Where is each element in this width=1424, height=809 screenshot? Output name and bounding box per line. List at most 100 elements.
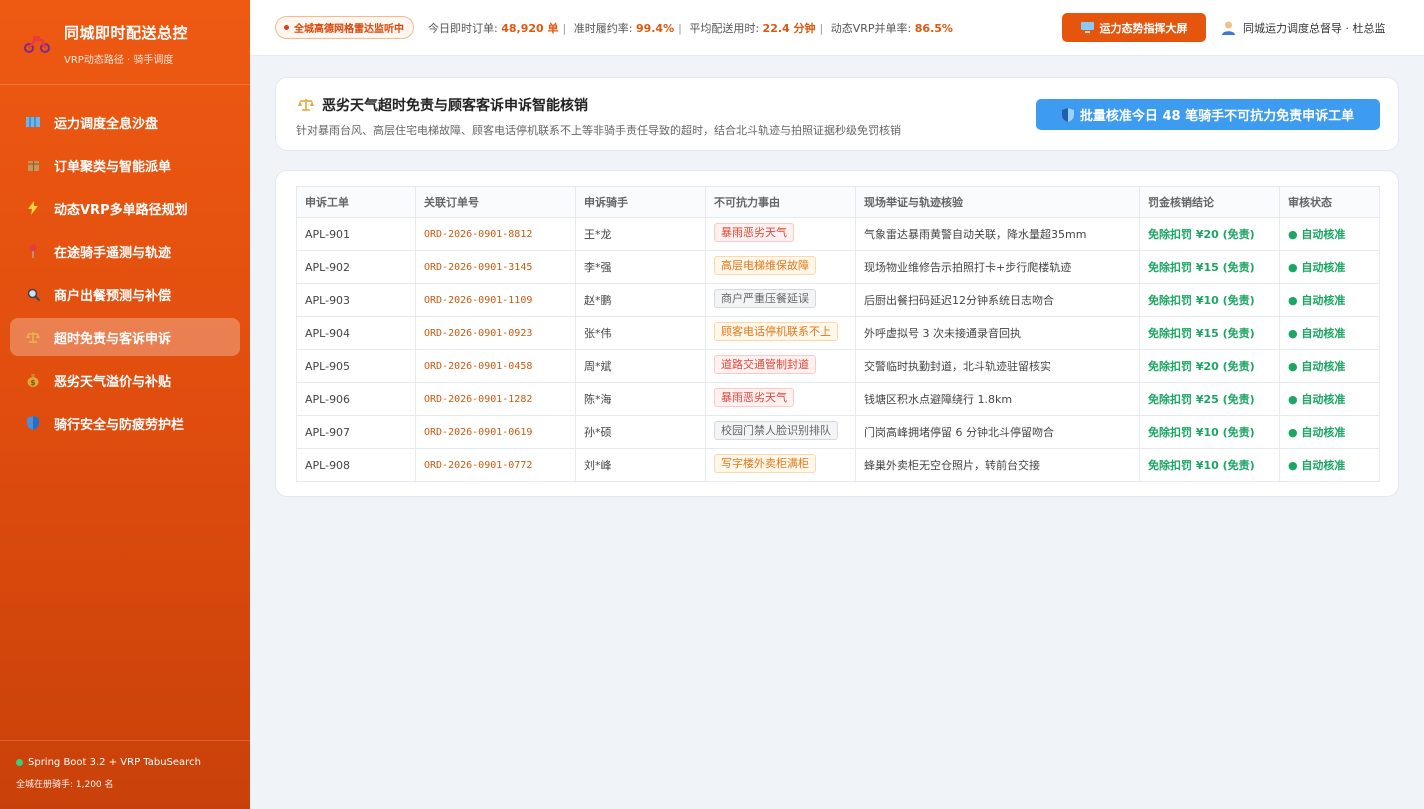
- reason-tag: 高层电梯维保故障: [714, 256, 816, 275]
- sidebar-item-label: 在途骑手遥测与轨迹: [54, 245, 172, 261]
- evidence: 现场物业维修告示拍照打卡+步行爬楼轨迹: [855, 250, 1140, 284]
- table-row[interactable]: APL-904 ORD-2026-0901-0923 张*伟 顾客电话停机联系不…: [296, 316, 1380, 350]
- kpi-value-avgtime: 22.4 分钟: [762, 21, 816, 35]
- column-header: 罚金核销结论: [1139, 186, 1280, 218]
- status-badge: ● 自动核准: [1279, 283, 1380, 317]
- sidebar-item-merchant[interactable]: 商户出餐预测与补偿: [10, 275, 240, 313]
- svg-text:$: $: [31, 379, 36, 387]
- rider-name: 刘*峰: [575, 448, 706, 482]
- fine-conclusion: 免除扣罚 ¥15 (免责): [1139, 250, 1280, 284]
- appeal-id: APL-908: [296, 448, 416, 482]
- evidence: 气象雷达暴雨黄警自动关联，降水量超35mm: [855, 217, 1140, 251]
- table-row[interactable]: APL-901 ORD-2026-0901-8812 王*龙 暴雨恶劣天气 气象…: [296, 217, 1380, 251]
- status-badge: ● 自动核准: [1279, 382, 1380, 416]
- radar-dot-icon: [284, 25, 289, 30]
- table-header-row: 申诉工单 关联订单号 申诉骑手 不可抗力事由 现场举证与轨迹核验 罚金核销结论 …: [296, 186, 1380, 218]
- sidebar-item-label: 商户出餐预测与补偿: [54, 288, 172, 304]
- sidebar-item-dispatch[interactable]: 订单聚类与智能派单: [10, 146, 240, 184]
- order-number[interactable]: ORD-2026-0901-8812: [415, 217, 576, 251]
- reason-cell: 高层电梯维保故障: [705, 250, 856, 284]
- magnifier-icon: [26, 287, 40, 301]
- rider-count: 全城在册骑手: 1,200 名: [16, 780, 114, 790]
- order-number[interactable]: ORD-2026-0901-1282: [415, 382, 576, 416]
- table-row[interactable]: APL-902 ORD-2026-0901-3145 李*强 高层电梯维保故障 …: [296, 250, 1380, 284]
- sidebar-item-sandbox[interactable]: 运力调度全息沙盘: [10, 103, 240, 141]
- status-badge: ● 自动核准: [1279, 448, 1380, 482]
- evidence: 外呼虚拟号 3 次未接通录音回执: [855, 316, 1140, 350]
- order-number[interactable]: ORD-2026-0901-0619: [415, 415, 576, 449]
- kpi-value-orders: 48,920 单: [501, 21, 559, 35]
- fine-conclusion: 免除扣罚 ¥20 (免责): [1139, 217, 1280, 251]
- status-badge: ● 自动核准: [1279, 217, 1380, 251]
- order-number[interactable]: ORD-2026-0901-0923: [415, 316, 576, 350]
- kpi-strip: 今日即时订单: 48,920 单 | 准时履约率: 99.4% | 平均配送用时: …: [428, 21, 953, 35]
- reason-cell: 暴雨恶劣天气: [705, 217, 856, 251]
- money-bag-icon: $: [26, 373, 40, 387]
- table-row[interactable]: APL-906 ORD-2026-0901-1282 陈*海 暴雨恶劣天气 钱塘…: [296, 382, 1380, 416]
- appeal-table: 申诉工单 关联订单号 申诉骑手 不可抗力事由 现场举证与轨迹核验 罚金核销结论 …: [296, 186, 1380, 482]
- reason-tag: 写字楼外卖柜满柜: [714, 454, 816, 473]
- sidebar-item-vrp[interactable]: 动态VRP多单路径规划: [10, 189, 240, 227]
- sidebar-item-appeal[interactable]: 超时免责与客诉申诉: [10, 318, 240, 356]
- sidebar-item-safety[interactable]: 骑行安全与防疲劳护栏: [10, 404, 240, 442]
- lightning-icon: [26, 201, 40, 215]
- appeal-table-card: 申诉工单 关联订单号 申诉骑手 不可抗力事由 现场举证与轨迹核验 罚金核销结论 …: [275, 170, 1399, 497]
- evidence: 后厨出餐扫码延迟12分钟系统日志吻合: [855, 283, 1140, 317]
- rider-name: 李*强: [575, 250, 706, 284]
- fine-conclusion: 免除扣罚 ¥10 (免责): [1139, 283, 1280, 317]
- reason-tag: 暴雨恶劣天气: [714, 223, 794, 242]
- pin-icon: [26, 244, 40, 258]
- command-screen-button[interactable]: 运力态势指挥大屏: [1062, 13, 1206, 42]
- scale-icon: [298, 98, 314, 112]
- table-row[interactable]: APL-908 ORD-2026-0901-0772 刘*峰 写字楼外卖柜满柜 …: [296, 448, 1380, 482]
- order-number[interactable]: ORD-2026-0901-3145: [415, 250, 576, 284]
- column-header: 现场举证与轨迹核验: [855, 186, 1140, 218]
- sidebar-item-label: 订单聚类与智能派单: [54, 159, 172, 175]
- sidebar-item-subsidy[interactable]: $ 恶劣天气溢价与补贴: [10, 361, 240, 399]
- table-row[interactable]: APL-905 ORD-2026-0901-0458 周*斌 道路交通管制封道 …: [296, 349, 1380, 383]
- rider-name: 张*伟: [575, 316, 706, 350]
- monitor-icon: [1080, 22, 1094, 33]
- column-header: 不可抗力事由: [705, 186, 856, 218]
- user-info[interactable]: 同城运力调度总督导 · 杜总监: [1222, 20, 1386, 36]
- rider-name: 赵*鹏: [575, 283, 706, 317]
- radar-status-text: 全城高德网格雷达监听中: [294, 24, 404, 35]
- kpi-label: 今日即时订单:: [428, 21, 498, 35]
- brand: 同城即时配送总控 VRP动态路径 · 骑手调度: [0, 0, 250, 85]
- evidence: 交警临时执勤封道，北斗轨迹驻留核实: [855, 349, 1140, 383]
- batch-approve-label: 批量核准今日 48 笔骑手不可抗力免责申诉工单: [1079, 109, 1355, 124]
- scooter-icon: [24, 30, 50, 56]
- kpi-value-merge: 86.5%: [914, 21, 953, 35]
- appeal-id: APL-903: [296, 283, 416, 317]
- radar-status-badge: 全城高德网格雷达监听中: [275, 16, 414, 39]
- evidence: 蜂巢外卖柜无空仓照片，转前台交接: [855, 448, 1140, 482]
- order-number[interactable]: ORD-2026-0901-1109: [415, 283, 576, 317]
- batch-approve-button[interactable]: 批量核准今日 48 笔骑手不可抗力免责申诉工单: [1036, 99, 1380, 130]
- sidebar-item-label: 骑行安全与防疲劳护栏: [54, 417, 185, 433]
- order-number[interactable]: ORD-2026-0901-0772: [415, 448, 576, 482]
- appeal-id: APL-902: [296, 250, 416, 284]
- rider-name: 陈*海: [575, 382, 706, 416]
- topbar: 全城高德网格雷达监听中 今日即时订单: 48,920 单 | 准时履约率: 99.…: [250, 0, 1424, 56]
- evidence: 钱塘区积水点避障绕行 1.8km: [855, 382, 1140, 416]
- brand-subtitle: VRP动态路径 · 骑手调度: [64, 55, 174, 66]
- reason-cell: 校园门禁人脸识别排队: [705, 415, 856, 449]
- reason-tag: 暴雨恶劣天气: [714, 388, 794, 407]
- table-row[interactable]: APL-903 ORD-2026-0901-1109 赵*鹏 商户严重压餐延误 …: [296, 283, 1380, 317]
- page-title-text: 恶劣天气超时免责与顾客客诉申诉智能核销: [322, 98, 588, 114]
- rider-name: 周*斌: [575, 349, 706, 383]
- kpi-label: 准时履约率:: [573, 21, 633, 35]
- column-header: 申诉工单: [296, 186, 416, 218]
- appeal-id: APL-905: [296, 349, 416, 383]
- sidebar-item-telemetry[interactable]: 在途骑手遥测与轨迹: [10, 232, 240, 270]
- table-row[interactable]: APL-907 ORD-2026-0901-0619 孙*硕 校园门禁人脸识别排…: [296, 415, 1380, 449]
- reason-cell: 暴雨恶劣天气: [705, 382, 856, 416]
- rider-name: 孙*硕: [575, 415, 706, 449]
- sidebar-item-label: 超时免责与客诉申诉: [54, 331, 172, 347]
- evidence: 门岗高峰拥堵停留 6 分钟北斗停留吻合: [855, 415, 1140, 449]
- reason-cell: 顾客电话停机联系不上: [705, 316, 856, 350]
- reason-tag: 顾客电话停机联系不上: [714, 322, 838, 341]
- fine-conclusion: 免除扣罚 ¥25 (免责): [1139, 382, 1280, 416]
- order-number[interactable]: ORD-2026-0901-0458: [415, 349, 576, 383]
- sidebar-item-label: 运力调度全息沙盘: [54, 116, 159, 132]
